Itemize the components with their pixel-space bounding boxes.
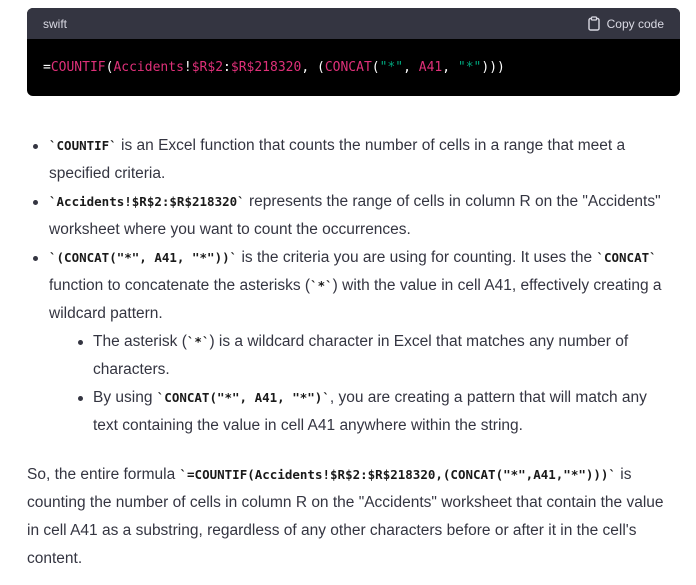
inline-code: `*` — [186, 334, 210, 349]
code-token: CONCAT — [324, 60, 372, 75]
list-item-text: function to concatenate the asterisks ( — [49, 277, 311, 294]
sub-list-item: By using `CONCAT("*", A41, "*")`, you ar… — [49, 384, 667, 440]
code-token: , — [403, 60, 419, 75]
code-token: "*" — [379, 60, 404, 75]
code-token: : — [223, 60, 231, 75]
code-token: Accidents — [113, 60, 184, 75]
list-item-text: By using — [93, 389, 157, 406]
code-token: = — [43, 60, 51, 75]
code-token: , ( — [301, 60, 325, 75]
summary-text: So, the entire formula — [27, 466, 180, 483]
clipboard-icon — [587, 16, 601, 31]
code-token: A41 — [418, 60, 443, 75]
code-token: $R$2 — [191, 60, 224, 75]
code-content: = COUNTIF(Accidents! $R$2: $R$218320, (CONC… — [27, 39, 680, 96]
inline-code: `COUNTIF` — [49, 138, 117, 153]
code-language-label: swift — [43, 16, 67, 31]
sub-bullet-list: The asterisk (`*`) is a wildcard charact… — [49, 328, 667, 440]
inline-code: `(CONCAT("*", A41, "*"))` — [49, 250, 238, 265]
code-token: ))) — [481, 60, 505, 75]
code-token: $R$218320 — [230, 60, 302, 75]
code-token: "*" — [457, 60, 482, 75]
code-token: ( — [105, 60, 114, 75]
inline-code: `CONCAT` — [596, 250, 657, 265]
code-block: swift Copy code = COUNTIF(Accidents! $R$2:… — [27, 8, 680, 96]
code-token: ( — [371, 60, 380, 75]
inline-code: `*` — [310, 278, 333, 293]
list-item-text: is an Excel function that counts the num… — [49, 137, 626, 182]
code-token: COUNTIF — [50, 60, 106, 75]
list-item-text: is the criteria you are using for counti… — [237, 249, 597, 266]
summary-paragraph: So, the entire formula `=COUNTIF(Acciden… — [27, 461, 667, 573]
copy-code-label: Copy code — [606, 16, 664, 31]
code-token: ! — [183, 60, 192, 75]
inline-code: `CONCAT("*", A41, "*")` — [156, 390, 330, 405]
list-item: `COUNTIF` is an Excel function that coun… — [27, 132, 667, 188]
inline-code: `Accidents!$R$2:$R$218320` — [49, 194, 245, 209]
explanation: `COUNTIF` is an Excel function that coun… — [27, 132, 667, 440]
list-item: `(CONCAT("*", A41, "*"))` is the criteri… — [27, 244, 667, 440]
sub-list-item: The asterisk (`*`) is a wildcard charact… — [49, 328, 667, 384]
list-item-text: The asterisk ( — [93, 333, 187, 350]
bullet-list: `COUNTIF` is an Excel function that coun… — [27, 132, 667, 440]
inline-code: `=COUNTIF(Accidents!$R$2:$R$218320,(CONC… — [179, 467, 617, 482]
code-header: swift Copy code — [27, 8, 680, 39]
list-item: `Accidents!$R$2:$R$218320` represents th… — [27, 188, 667, 244]
code-token: , — [442, 60, 458, 75]
copy-code-button[interactable]: Copy code — [587, 16, 664, 31]
